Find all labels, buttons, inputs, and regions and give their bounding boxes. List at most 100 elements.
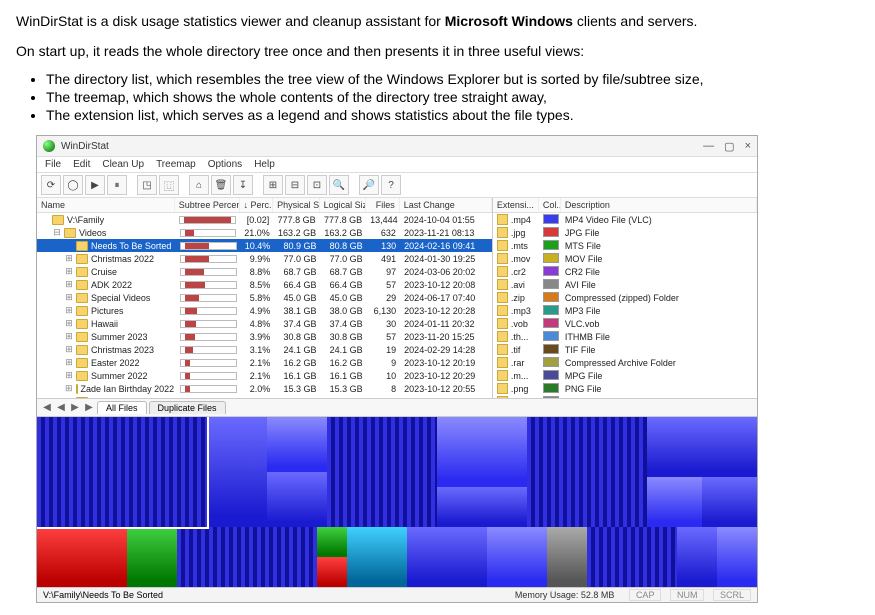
dir-row[interactable]: ⊞Summer 20233.9%30.8 GB30.8 GB572023-11-… xyxy=(37,330,492,343)
expander-icon[interactable]: ⊞ xyxy=(65,344,73,355)
dir-row[interactable]: ⊞Christmas 20233.1%24.1 GB24.1 GB192024-… xyxy=(37,343,492,356)
treemap-block[interactable] xyxy=(647,417,757,477)
treemap-block[interactable] xyxy=(487,527,547,587)
treemap-block[interactable] xyxy=(267,472,327,527)
toolbar-button-14[interactable]: ? xyxy=(381,175,401,195)
expander-icon[interactable]: ⊞ xyxy=(65,266,73,277)
menu-help[interactable]: Help xyxy=(254,159,275,170)
minimize-button[interactable]: — xyxy=(703,140,714,153)
menu-clean-up[interactable]: Clean Up xyxy=(102,159,144,170)
ext-row[interactable]: .mp4MP4 Video File (VLC) xyxy=(493,213,757,226)
expander-icon[interactable]: ⊞ xyxy=(65,292,73,303)
treemap-block[interactable] xyxy=(717,527,757,587)
dir-row[interactable]: ⊞Christmas 20211.7%13.5 GB13.5 GB152023-… xyxy=(37,395,492,398)
treemap-block[interactable] xyxy=(547,527,587,587)
ext-row[interactable]: .zipCompressed (zipped) Folder xyxy=(493,291,757,304)
treemap-block[interactable] xyxy=(267,417,327,472)
toolbar-button-11[interactable]: ⊡ xyxy=(307,175,327,195)
tab-nav-next[interactable]: ▶ xyxy=(69,402,81,413)
treemap-block[interactable] xyxy=(327,417,437,527)
expander-icon[interactable]: ⊞ xyxy=(65,279,73,290)
menu-options[interactable]: Options xyxy=(208,159,242,170)
dir-header[interactable]: Name Subtree Percent... ↓ Perc... Physic… xyxy=(37,198,492,213)
dir-row[interactable]: V:\Family[0.02]777.8 GB777.8 GB13,444202… xyxy=(37,213,492,226)
treemap-block[interactable] xyxy=(37,527,127,587)
treemap-block[interactable] xyxy=(207,417,267,527)
treemap-block[interactable] xyxy=(37,417,207,527)
toolbar-button-1[interactable]: ◯ xyxy=(63,175,83,195)
dir-row[interactable]: ⊞Cruise8.8%68.7 GB68.7 GB972024-03-06 20… xyxy=(37,265,492,278)
treemap-block[interactable] xyxy=(317,527,347,557)
treemap-block[interactable] xyxy=(407,527,487,587)
dir-row[interactable]: ⊞Christmas 20229.9%77.0 GB77.0 GB4912024… xyxy=(37,252,492,265)
ext-row[interactable]: .mtsMTS File xyxy=(493,239,757,252)
treemap-block[interactable] xyxy=(317,557,347,587)
treemap-block[interactable] xyxy=(702,477,757,527)
toolbar-button-7[interactable]: 🗑 xyxy=(211,175,231,195)
toolbar-button-2[interactable]: ▶ xyxy=(85,175,105,195)
toolbar-button-13[interactable]: 🔎 xyxy=(359,175,379,195)
tab-nav-first[interactable]: ◀ xyxy=(41,402,53,413)
treemap-block[interactable] xyxy=(527,417,647,527)
expander-icon[interactable]: ⊞ xyxy=(65,305,73,316)
dir-row[interactable]: ⊞Summer 20222.1%16.1 GB16.1 GB102023-10-… xyxy=(37,369,492,382)
expander-icon[interactable]: ⊞ xyxy=(65,396,73,398)
toolbar-button-12[interactable]: 🔍 xyxy=(329,175,349,195)
ext-row[interactable]: .movMOV File xyxy=(493,252,757,265)
ext-row[interactable]: .pngPNG File xyxy=(493,382,757,395)
titlebar[interactable]: WinDirStat — ▢ × xyxy=(37,136,757,157)
dir-row[interactable]: ⊟Videos21.0%163.2 GB163.2 GB6322023-11-2… xyxy=(37,226,492,239)
dir-row[interactable]: ⊞Easter 20222.1%16.2 GB16.2 GB92023-10-1… xyxy=(37,356,492,369)
treemap-block[interactable] xyxy=(177,527,317,587)
toolbar-button-4[interactable]: ◳ xyxy=(137,175,157,195)
ext-header[interactable]: Extensi... Col... Description xyxy=(493,198,757,213)
expander-icon[interactable]: ⊞ xyxy=(65,318,73,329)
treemap-block[interactable] xyxy=(437,487,527,527)
dir-row[interactable]: ⊞ADK 20228.5%66.4 GB66.4 GB572023-10-12 … xyxy=(37,278,492,291)
dir-row[interactable]: ⊞Zade Ian Birthday 20222.0%15.3 GB15.3 G… xyxy=(37,382,492,395)
toolbar-button-8[interactable]: ↧ xyxy=(233,175,253,195)
toolbar-button-0[interactable]: ⟳ xyxy=(41,175,61,195)
ext-row[interactable]: .cr2CR2 File xyxy=(493,265,757,278)
treemap-block[interactable] xyxy=(347,527,407,587)
ext-row[interactable]: .mp3MP3 File xyxy=(493,304,757,317)
menu-edit[interactable]: Edit xyxy=(73,159,90,170)
dir-row[interactable]: ⊞Hawaii4.8%37.4 GB37.4 GB302024-01-11 20… xyxy=(37,317,492,330)
dir-row[interactable]: ⊞Pictures4.9%38.1 GB38.0 GB6,1302023-10-… xyxy=(37,304,492,317)
treemap-block[interactable] xyxy=(127,527,177,587)
treemap-block[interactable] xyxy=(587,527,677,587)
toolbar-button-6[interactable]: ⌂ xyxy=(189,175,209,195)
tab-nav-prev[interactable]: ◀ xyxy=(55,402,67,413)
expander-icon[interactable]: ⊟ xyxy=(53,227,61,238)
expander-icon[interactable]: ⊞ xyxy=(65,253,73,264)
ext-row[interactable]: .w...WMV File xyxy=(493,395,757,398)
expander-icon[interactable]: ⊞ xyxy=(65,370,73,381)
treemap[interactable] xyxy=(37,417,757,587)
ext-row[interactable]: .tifTIF File xyxy=(493,343,757,356)
expander-icon[interactable]: ⊞ xyxy=(65,357,73,368)
toolbar-button-10[interactable]: ⊟ xyxy=(285,175,305,195)
ext-row[interactable]: .aviAVI File xyxy=(493,278,757,291)
tab-nav-last[interactable]: ▶ xyxy=(83,402,95,413)
dir-row[interactable]: Needs To Be Sorted10.4%80.9 GB80.8 GB130… xyxy=(37,239,492,252)
tab-all-files[interactable]: All Files xyxy=(97,401,147,414)
ext-row[interactable]: .m...MPG File xyxy=(493,369,757,382)
tab-duplicate-files[interactable]: Duplicate Files xyxy=(149,401,226,414)
expander-icon[interactable]: ⊞ xyxy=(65,383,73,394)
toolbar-button-3[interactable]: ⏸ xyxy=(107,175,127,195)
dir-row[interactable]: ⊞Special Videos5.8%45.0 GB45.0 GB292024-… xyxy=(37,291,492,304)
menu-treemap[interactable]: Treemap xyxy=(156,159,196,170)
expander-icon[interactable]: ⊞ xyxy=(65,331,73,342)
maximize-button[interactable]: ▢ xyxy=(724,140,734,153)
close-button[interactable]: × xyxy=(745,140,751,153)
toolbar-button-5[interactable]: ⿶ xyxy=(159,175,179,195)
treemap-block[interactable] xyxy=(677,527,717,587)
ext-row[interactable]: .rarCompressed Archive Folder xyxy=(493,356,757,369)
toolbar-button-9[interactable]: ⊞ xyxy=(263,175,283,195)
ext-row[interactable]: .vobVLC.vob xyxy=(493,317,757,330)
ext-row[interactable]: .jpgJPG File xyxy=(493,226,757,239)
menu-file[interactable]: File xyxy=(45,159,61,170)
treemap-block[interactable] xyxy=(437,417,527,487)
treemap-block[interactable] xyxy=(647,477,702,527)
ext-row[interactable]: .th...ITHMB File xyxy=(493,330,757,343)
